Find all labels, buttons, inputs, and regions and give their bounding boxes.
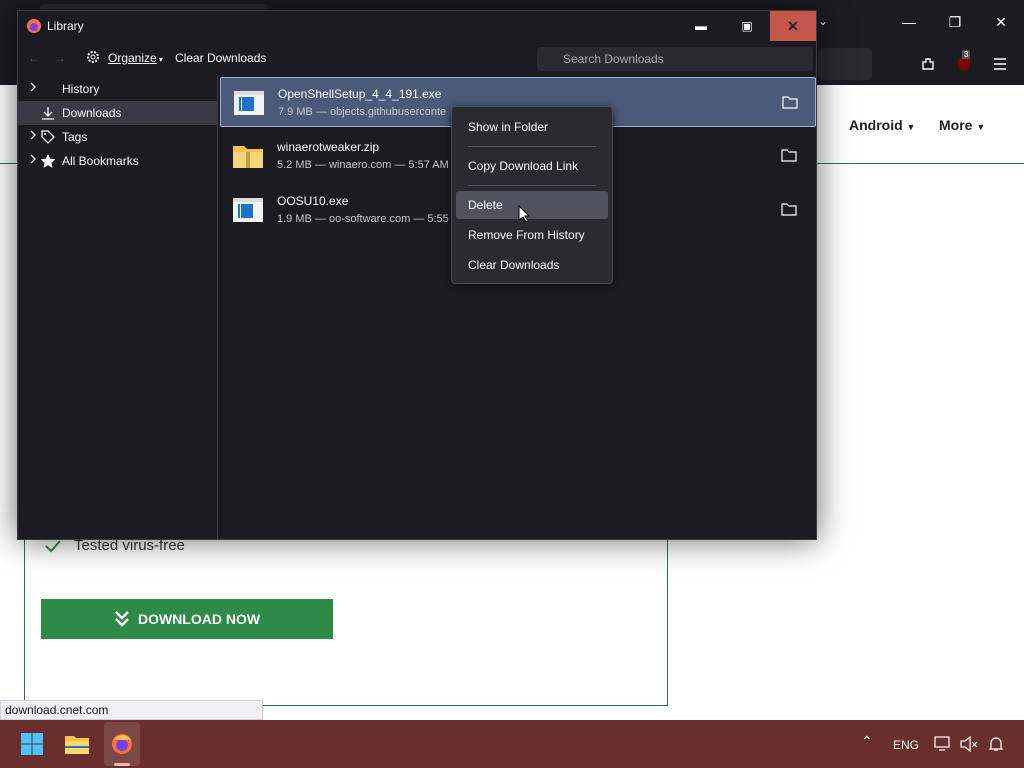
volume-muted-icon[interactable] <box>960 736 978 752</box>
download-now-button[interactable]: DOWNLOAD NOW <box>41 599 333 639</box>
active-indicator <box>114 763 130 766</box>
menu-item-copy-download-link[interactable]: Copy Download Link <box>456 152 608 180</box>
menu-item-remove-from-history[interactable]: Remove From History <box>456 221 608 249</box>
download-filename: OOSU10.exe <box>277 194 349 208</box>
forward-arrow-icon[interactable]: → <box>54 51 66 65</box>
menu-item-clear-downloads[interactable]: Clear Downloads <box>456 251 608 279</box>
folder-icon <box>782 96 798 109</box>
sidebar-item-downloads[interactable]: Downloads <box>18 101 217 125</box>
download-meta: 1.9 MB — oo-software.com — 5:55 <box>277 213 449 225</box>
organize-button[interactable]: Organize ▾ <box>108 51 163 65</box>
firefox-icon <box>27 19 41 33</box>
exe-file-icon <box>234 91 264 115</box>
menu-item-delete[interactable]: Delete <box>456 191 608 219</box>
close-icon[interactable]: ✕ <box>978 0 1024 44</box>
zip-folder-icon <box>233 146 263 168</box>
search-downloads-input[interactable]: Search Downloads <box>537 47 813 71</box>
hamburger-menu-icon[interactable] <box>988 52 1012 76</box>
clear-downloads-button[interactable]: Clear Downloads <box>175 51 266 65</box>
back-arrow-icon[interactable]: ← <box>28 51 40 65</box>
double-chevron-down-icon <box>115 611 129 627</box>
library-titlebar[interactable]: Library ▬ ▣ ✕ <box>18 11 816 43</box>
chevron-right-icon <box>30 154 36 164</box>
menu-separator <box>468 146 596 147</box>
download-filename: winaerotweaker.zip <box>277 140 380 154</box>
taskbar: ⌃ ENG <box>0 720 1024 768</box>
nav-more[interactable]: More ▼ <box>939 117 985 133</box>
library-toolbar: ← → Organize ▾ Clear Downloads Search Do… <box>18 43 816 75</box>
download-meta: 5.2 MB — winaero.com — 5:57 AM <box>277 159 449 171</box>
url-bar[interactable] <box>818 48 872 80</box>
menu-separator <box>468 185 596 186</box>
firefox-taskbar-icon[interactable] <box>104 726 140 762</box>
download-meta: 7.9 MB — objects.githubuserconte <box>278 106 447 118</box>
check-icon <box>45 539 61 552</box>
download-icon <box>42 107 54 120</box>
library-window: Library ▬ ▣ ✕ ← → Organize ▾ Clear Downl… <box>17 10 817 540</box>
download-context-menu: Show in Folder Copy Download Link Delete… <box>451 106 613 284</box>
restore-icon[interactable]: ❐ <box>932 0 978 44</box>
star-icon <box>40 154 56 168</box>
extensions-icon[interactable] <box>916 52 940 76</box>
extension-badge: 3 <box>962 50 971 59</box>
library-sidebar: History Downloads Tags All Bookmarks <box>18 75 218 539</box>
mouse-cursor-icon <box>518 205 530 223</box>
notification-bell-icon[interactable] <box>988 736 1004 752</box>
folder-icon <box>781 203 797 216</box>
language-indicator[interactable]: ENG <box>893 738 919 752</box>
close-icon[interactable]: ✕ <box>770 11 816 41</box>
maximize-icon[interactable]: ▣ <box>724 11 770 41</box>
chevron-right-icon <box>30 82 36 92</box>
minimize-icon[interactable]: ▬ <box>678 11 724 41</box>
status-url-tooltip: download.cnet.com <box>0 700 263 720</box>
window-title: Library <box>47 19 84 33</box>
sidebar-item-history[interactable]: History <box>18 77 217 101</box>
sidebar-item-all-bookmarks[interactable]: All Bookmarks <box>18 149 217 173</box>
tab-list-chevron-icon[interactable]: ⌄ <box>818 14 828 28</box>
exe-file-icon <box>233 198 263 222</box>
gear-icon <box>85 49 101 68</box>
chevron-up-icon[interactable]: ⌃ <box>861 733 873 750</box>
windows-start-icon[interactable] <box>14 726 50 762</box>
chevron-right-icon <box>30 130 36 140</box>
folder-icon <box>781 149 797 162</box>
sidebar-item-tags[interactable]: Tags <box>18 125 217 149</box>
file-explorer-icon[interactable] <box>59 726 95 762</box>
clock-icon <box>41 82 55 96</box>
minimize-icon[interactable]: — <box>886 0 932 44</box>
nav-android[interactable]: Android ▼ <box>849 117 915 133</box>
menu-item-show-in-folder[interactable]: Show in Folder <box>456 113 608 141</box>
tag-icon <box>41 130 55 144</box>
download-filename: OpenShellSetup_4_4_191.exe <box>278 87 442 101</box>
network-icon[interactable] <box>934 736 952 752</box>
ublock-shield-icon[interactable]: 3 <box>952 50 976 76</box>
